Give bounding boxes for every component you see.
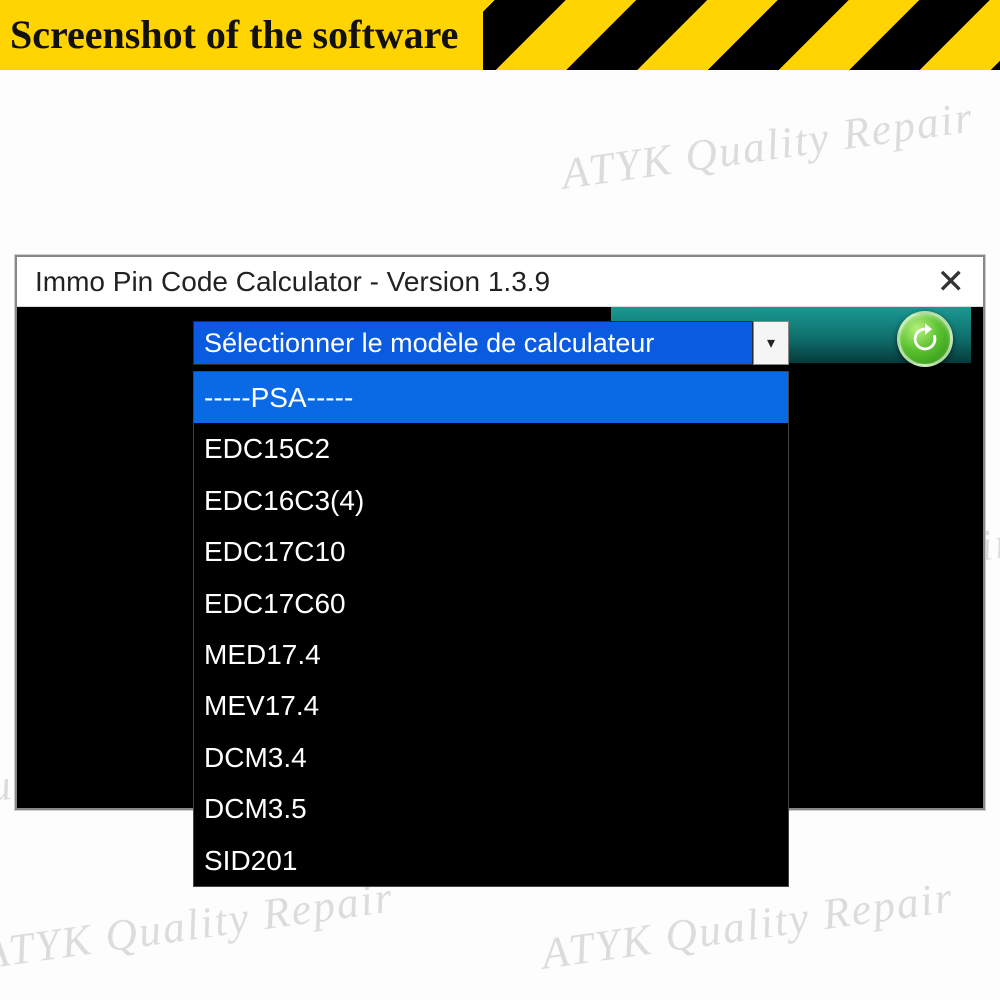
dropdown-option[interactable]: DCM3.5: [194, 783, 788, 834]
close-button[interactable]: ✕: [937, 265, 966, 299]
model-select-combo[interactable]: Sélectionner le modèle de calculateur ▾: [193, 321, 789, 365]
chevron-down-icon[interactable]: ▾: [753, 321, 789, 365]
dropdown-option[interactable]: DCM3.4: [194, 732, 788, 783]
dropdown-option[interactable]: EDC16C3(4): [194, 475, 788, 526]
window-title: Immo Pin Code Calculator - Version 1.3.9: [35, 266, 550, 298]
page-title: Screenshot of the software: [0, 0, 483, 70]
app-window: Immo Pin Code Calculator - Version 1.3.9…: [15, 255, 985, 810]
titlebar: Immo Pin Code Calculator - Version 1.3.9…: [17, 257, 983, 307]
watermark: ATYK Quality Repair: [0, 871, 397, 979]
dropdown-option[interactable]: MED17.4: [194, 629, 788, 680]
watermark: ATYK Quality Repair: [538, 871, 956, 979]
dropdown-option[interactable]: EDC15C2: [194, 423, 788, 474]
refresh-button[interactable]: [897, 311, 953, 367]
dropdown-option[interactable]: MEV17.4: [194, 680, 788, 731]
combo-selected-text: Sélectionner le modèle de calculateur: [193, 321, 753, 365]
dropdown-option[interactable]: EDC17C10: [194, 526, 788, 577]
refresh-icon: [908, 322, 942, 356]
dropdown-option[interactable]: EDC17C60: [194, 578, 788, 629]
hazard-header-bar: Screenshot of the software: [0, 0, 1000, 70]
dropdown-option[interactable]: -----PSA-----: [194, 372, 788, 423]
dropdown-option[interactable]: SID201: [194, 835, 788, 886]
client-area: Sélectionner le modèle de calculateur ▾ …: [17, 307, 983, 808]
model-dropdown-list[interactable]: -----PSA-----EDC15C2EDC16C3(4)EDC17C10ED…: [193, 371, 789, 887]
watermark: ATYK Quality Repair: [558, 91, 976, 199]
